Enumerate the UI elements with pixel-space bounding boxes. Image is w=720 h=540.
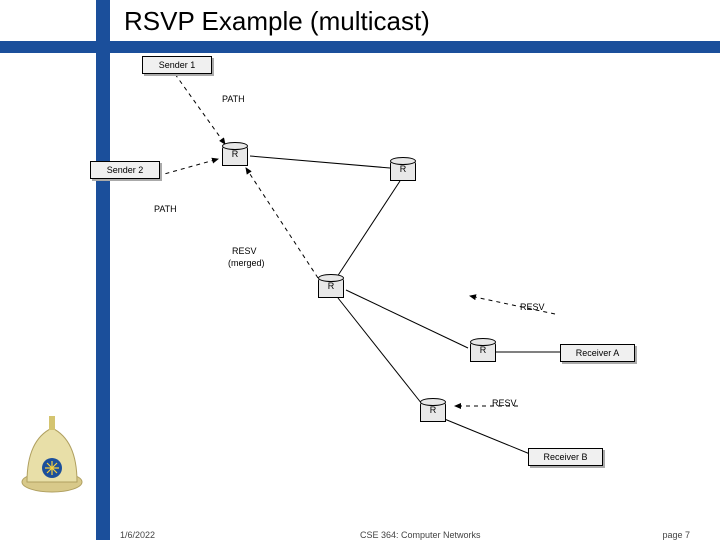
diagram-area: Sender 1 Sender 2 R R R R R Receiver A R…: [120, 46, 710, 490]
receiver-b-node: Receiver B: [528, 448, 603, 466]
footer-course: CSE 364: Computer Networks: [360, 530, 481, 540]
dome-logo: [15, 410, 90, 500]
router-5: R: [420, 402, 446, 422]
sender-1-node: Sender 1: [142, 56, 212, 74]
resv-label-1: RESV: [520, 302, 545, 312]
sender-2-node: Sender 2: [90, 161, 160, 179]
diagram-arrows: [120, 46, 720, 496]
receiver-a-node: Receiver A: [560, 344, 635, 362]
resv-merged-label-1: RESV: [232, 246, 257, 256]
resv-label-2: RESV: [492, 398, 517, 408]
router-4: R: [470, 342, 496, 362]
router-3: R: [318, 278, 344, 298]
path-label-1: PATH: [222, 94, 245, 104]
left-stripe: [96, 0, 110, 540]
slide-title: RSVP Example (multicast): [124, 0, 684, 41]
router-2: R: [390, 161, 416, 181]
path-label-2: PATH: [154, 204, 177, 214]
router-1: R: [222, 146, 248, 166]
footer-date: 1/6/2022: [120, 530, 155, 540]
resv-merged-label-2: (merged): [228, 258, 265, 268]
footer-page: page 7: [662, 530, 690, 540]
